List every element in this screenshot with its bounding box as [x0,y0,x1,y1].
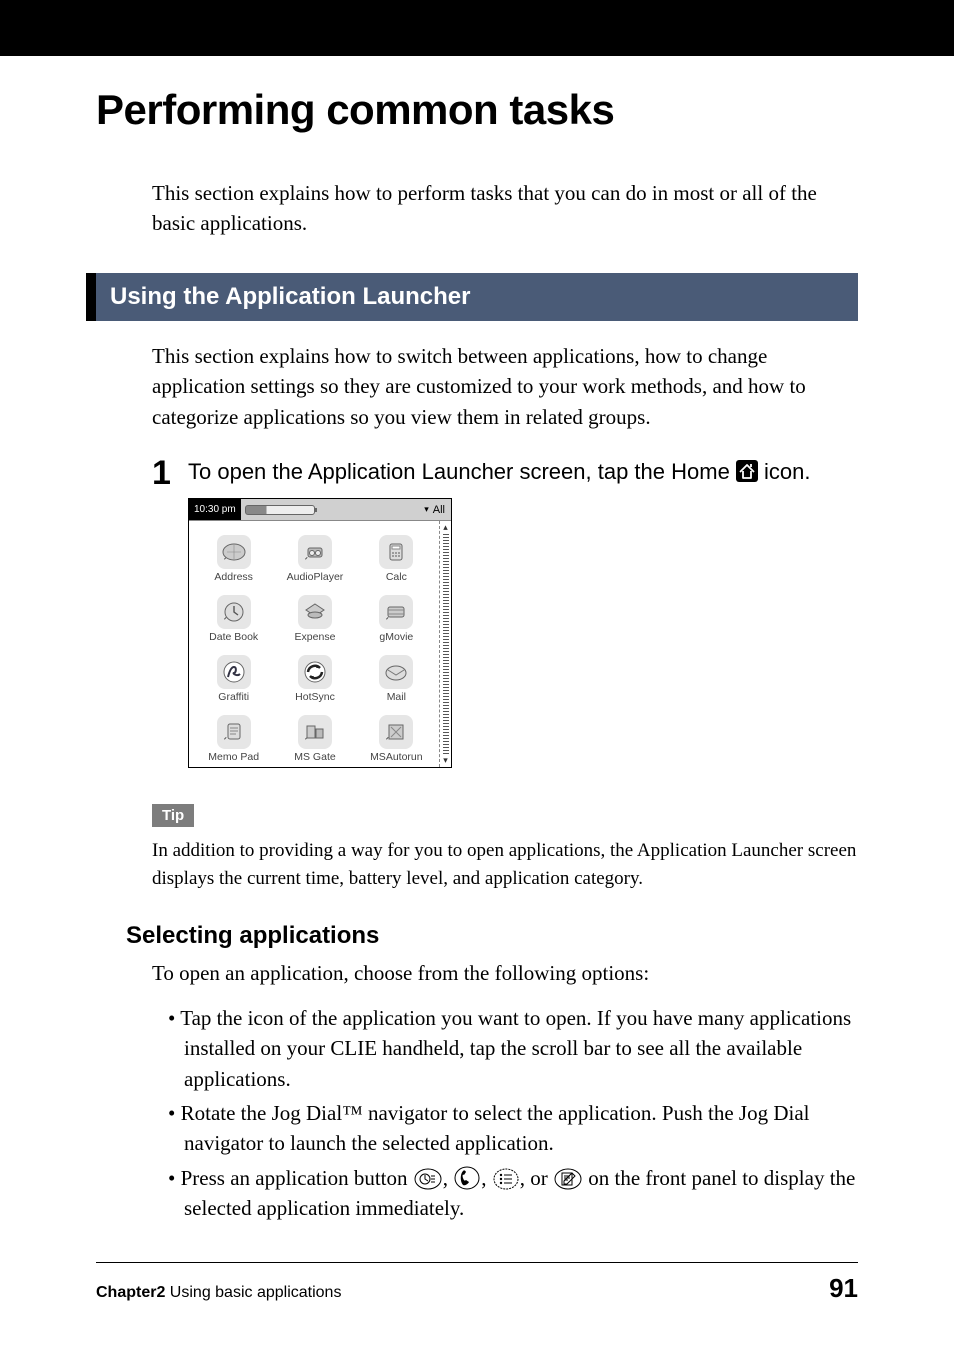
app-label: Mail [387,691,406,703]
mail-icon [379,655,413,689]
section-heading: Using the Application Launcher [86,273,858,321]
app-msautorun[interactable]: MSAutorun [356,705,437,763]
tip-badge: Tip [152,804,194,827]
app-label: gMovie [379,631,413,643]
graffiti-icon [217,655,251,689]
step-number: 1 [152,456,188,490]
list-item: Tap the icon of the application you want… [168,1003,858,1094]
page-number: 91 [829,1273,858,1304]
section-intro: This section explains how to switch betw… [152,341,858,432]
list-item: Rotate the Jog Dial™ navigator to select… [168,1098,858,1159]
b3-pre: Press an application button [181,1166,413,1190]
address-button-icon [454,1166,480,1190]
app-address[interactable]: Address [193,525,274,583]
app-label: HotSync [295,691,335,703]
home-icon [736,460,758,482]
gmovie-icon [379,595,413,629]
launcher-scrollbar[interactable]: ▴ ▾ [439,521,451,767]
battery-icon [245,505,315,515]
memopad-icon [217,715,251,749]
hotsync-icon [298,655,332,689]
category-dropdown[interactable]: All [424,504,451,516]
app-memopad[interactable]: Memo Pad [193,705,274,763]
b3-sep2: , [481,1166,492,1190]
datebook-icon [217,595,251,629]
app-msgate[interactable]: MS Gate [274,705,355,763]
selecting-intro: To open an application, choose from the … [152,958,858,988]
app-label: Date Book [209,631,258,643]
options-list: Tap the icon of the application you want… [168,1003,858,1224]
scroll-down-icon: ▾ [443,756,448,765]
app-mail[interactable]: Mail [356,645,437,703]
app-calc[interactable]: Calc [356,525,437,583]
step-text-after: icon. [758,459,811,484]
app-label: Graffiti [218,691,249,703]
chapter-label: Chapter2 [96,1284,165,1301]
scroll-track [443,534,449,754]
app-label: MS Gate [294,751,335,763]
category-label: All [433,504,445,516]
b3-sep3: , or [520,1166,553,1190]
app-datebook[interactable]: Date Book [193,585,274,643]
scroll-up-icon: ▴ [443,523,448,532]
step-text: To open the Application Launcher screen,… [188,456,858,488]
list-item: Press an application button , , , or on … [168,1163,858,1224]
app-label: AudioPlayer [287,571,344,583]
intro-paragraph: This section explains how to perform tas… [152,178,858,239]
page-footer: Chapter2 Using basic applications 91 [96,1262,858,1304]
app-hotsync[interactable]: HotSync [274,645,355,703]
msautorun-icon [379,715,413,749]
app-label: Calc [386,571,407,583]
app-expense[interactable]: Expense [274,585,355,643]
calc-icon [379,535,413,569]
selecting-heading: Selecting applications [126,922,858,950]
app-audioplayer[interactable]: AudioPlayer [274,525,355,583]
launcher-time: 10:30 pm [189,499,241,520]
address-icon [217,535,251,569]
app-grid: Address AudioPlayer Calc [189,521,439,767]
todo-button-icon [493,1168,519,1190]
header-band [0,0,954,56]
app-label: Memo Pad [208,751,259,763]
app-label: Address [214,571,253,583]
footer-chapter: Chapter2 Using basic applications [96,1284,341,1302]
page-title: Performing common tasks [96,86,858,134]
step-text-before: To open the Application Launcher screen,… [188,459,736,484]
chapter-title: Using basic applications [165,1284,341,1301]
app-label: MSAutorun [370,751,423,763]
datebook-button-icon [414,1168,442,1190]
app-gmovie[interactable]: gMovie [356,585,437,643]
b3-sep1: , [443,1166,454,1190]
msgate-icon [298,715,332,749]
tip-text: In addition to providing a way for you t… [152,837,858,892]
step-1: 1 To open the Application Launcher scree… [152,456,858,490]
expense-icon [298,595,332,629]
launcher-titlebar: 10:30 pm All [189,499,451,521]
audio-icon [298,535,332,569]
memo-button-icon [554,1168,582,1190]
app-label: Expense [295,631,336,643]
launcher-screenshot: 10:30 pm All Address [188,498,858,768]
app-graffiti[interactable]: Graffiti [193,645,274,703]
